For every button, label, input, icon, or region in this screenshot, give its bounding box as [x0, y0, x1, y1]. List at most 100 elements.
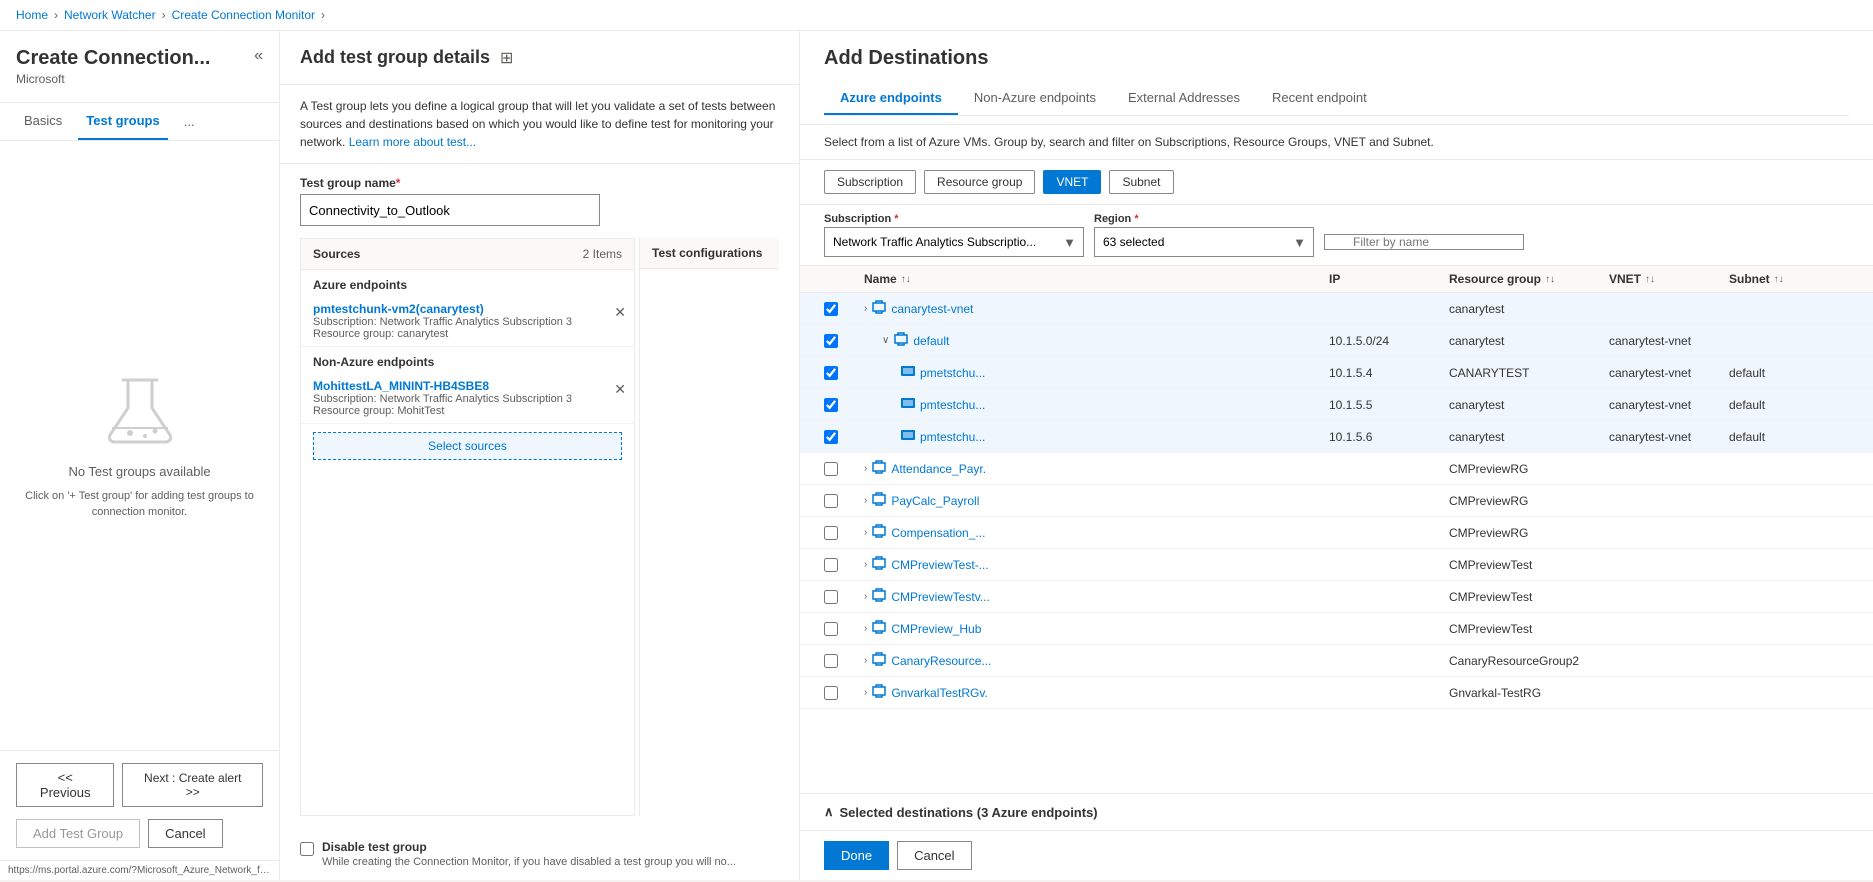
azure-endpoints-label: Azure endpoints — [301, 270, 634, 296]
disable-group-checkbox[interactable] — [300, 842, 314, 856]
row-checkbox-4[interactable] — [824, 430, 838, 444]
expand-btn-1[interactable]: ∨ — [882, 335, 889, 346]
ip-cell-4: 10.1.5.6 — [1329, 430, 1449, 444]
select-sources-button[interactable]: Select sources — [313, 432, 622, 460]
name-link-1[interactable]: default — [913, 334, 949, 348]
expand-btn-8[interactable]: › — [864, 559, 867, 570]
rg-cell-1: canarytest — [1449, 334, 1609, 348]
add-test-group-button[interactable]: Add Test Group — [16, 819, 140, 848]
name-link-3[interactable]: pmtestchu... — [920, 398, 985, 412]
cancel-sidebar-button[interactable]: Cancel — [148, 819, 222, 848]
sources-box: Sources 2 Items Azure endpoints pmtestch… — [300, 238, 635, 816]
row-checkbox-10[interactable] — [824, 622, 838, 636]
endpoint-link-1[interactable]: pmtestchunk-vm2(canarytest) — [313, 302, 622, 316]
col-subnet[interactable]: Subnet ↑↓ — [1729, 272, 1849, 286]
row-checkbox-3[interactable] — [824, 398, 838, 412]
expand-btn-0[interactable]: › — [864, 303, 867, 314]
breadcrumb-create-connection-monitor[interactable]: Create Connection Monitor — [172, 8, 315, 22]
form-section: Test group name* — [280, 164, 799, 238]
expand-btn-7[interactable]: › — [864, 527, 867, 538]
cancel-right-button[interactable]: Cancel — [897, 841, 971, 870]
tab-azure-endpoints[interactable]: Azure endpoints — [824, 82, 958, 115]
sidebar-title: Create Connection... — [16, 47, 263, 70]
endpoint-link-2[interactable]: MohittestLA_MININT-HB4SBE8 — [313, 379, 622, 393]
row-checkbox-1[interactable] — [824, 334, 838, 348]
row-checkbox-9[interactable] — [824, 590, 838, 604]
tab-non-azure-endpoints[interactable]: Non-Azure endpoints — [958, 82, 1112, 115]
table-row: pmtestchu...10.1.5.6canarytestcanarytest… — [800, 421, 1873, 453]
previous-button[interactable]: << Previous — [16, 763, 114, 807]
expand-btn-10[interactable]: › — [864, 623, 867, 634]
col-vnet[interactable]: VNET ↑↓ — [1609, 272, 1729, 286]
subscription-select[interactable]: Network Traffic Analytics Subscriptio... — [824, 227, 1084, 257]
col-resource-group[interactable]: Resource group ↑↓ — [1449, 272, 1609, 286]
row-checkbox-7[interactable] — [824, 526, 838, 540]
row-checkbox-5[interactable] — [824, 462, 838, 476]
name-link-12[interactable]: GnvarkalTestRGv. — [891, 686, 987, 700]
tab-recent-endpoint[interactable]: Recent endpoint — [1256, 82, 1383, 115]
expand-btn-12[interactable]: › — [864, 687, 867, 698]
rg-cell-6: CMPreviewRG — [1449, 494, 1609, 508]
collapse-button[interactable]: « — [254, 47, 263, 65]
name-link-9[interactable]: CMPreviewTestv... — [891, 590, 989, 604]
test-config-label: Test configurations — [652, 246, 762, 260]
row-checkbox-2[interactable] — [824, 366, 838, 380]
test-group-name-label: Test group name* — [300, 176, 779, 190]
remove-endpoint-2[interactable]: ✕ — [614, 381, 626, 398]
chip-resource-group[interactable]: Resource group — [924, 170, 1035, 194]
chip-subnet[interactable]: Subnet — [1109, 170, 1173, 194]
done-cancel-bar: Done Cancel — [800, 830, 1873, 880]
vnet-cell-1: canarytest-vnet — [1609, 334, 1729, 348]
vm-icon — [900, 363, 916, 382]
learn-more-link[interactable]: Learn more about test... — [349, 135, 476, 149]
vnet-icon — [871, 299, 887, 318]
disable-group-label[interactable]: Disable test group — [322, 840, 427, 854]
name-link-10[interactable]: CMPreview_Hub — [891, 622, 981, 636]
row-checkbox-12[interactable] — [824, 686, 838, 700]
breadcrumb-home[interactable]: Home — [16, 8, 48, 22]
name-link-4[interactable]: pmtestchu... — [920, 430, 985, 444]
endpoint-rg-1: Resource group: canarytest — [313, 328, 622, 340]
next-button[interactable]: Next : Create alert >> — [122, 763, 263, 807]
row-checkbox-0[interactable] — [824, 302, 838, 316]
name-link-11[interactable]: CanaryResource... — [891, 654, 991, 668]
rg-cell-3: canarytest — [1449, 398, 1609, 412]
table-row: ›Attendance_Payr.CMPreviewRG — [800, 453, 1873, 485]
name-link-5[interactable]: Attendance_Payr. — [891, 462, 986, 476]
row-checkbox-8[interactable] — [824, 558, 838, 572]
name-link-2[interactable]: pmetstchu... — [920, 366, 985, 380]
sort-name-icon: ↑↓ — [901, 274, 911, 285]
tab-basics[interactable]: Basics — [16, 103, 70, 140]
col-name[interactable]: Name ↑↓ — [864, 272, 1329, 286]
tab-test-groups[interactable]: Test groups — [78, 103, 167, 140]
chip-vnet[interactable]: VNET — [1043, 170, 1101, 194]
row-checkbox-11[interactable] — [824, 654, 838, 668]
filter-by-name-input[interactable] — [1324, 234, 1524, 250]
expand-selected-icon[interactable]: ∧ — [824, 804, 834, 820]
expand-btn-5[interactable]: › — [864, 463, 867, 474]
test-group-name-input[interactable] — [300, 194, 600, 226]
name-link-6[interactable]: PayCalc_Payroll — [891, 494, 979, 508]
tab-more[interactable]: ... — [176, 104, 203, 139]
region-select[interactable]: 63 selected — [1094, 227, 1314, 257]
subnet-cell-3: default — [1729, 398, 1849, 412]
expand-btn-11[interactable]: › — [864, 655, 867, 666]
sort-subnet-icon: ↑↓ — [1774, 274, 1784, 285]
breadcrumb-network-watcher[interactable]: Network Watcher — [64, 8, 156, 22]
rg-cell-0: canarytest — [1449, 302, 1609, 316]
sources-destinations: Sources 2 Items Azure endpoints pmtestch… — [280, 238, 799, 828]
expand-btn-6[interactable]: › — [864, 495, 867, 506]
tab-external-addresses[interactable]: External Addresses — [1112, 82, 1256, 115]
panel-icon[interactable]: ⊞ — [500, 48, 513, 68]
vnet-icon — [893, 331, 909, 350]
remove-endpoint-1[interactable]: ✕ — [614, 304, 626, 321]
name-link-7[interactable]: Compensation_... — [891, 526, 985, 540]
row-checkbox-6[interactable] — [824, 494, 838, 508]
chip-subscription[interactable]: Subscription — [824, 170, 916, 194]
expand-btn-9[interactable]: › — [864, 591, 867, 602]
name-link-0[interactable]: canarytest-vnet — [891, 302, 973, 316]
table-row: ›CMPreviewTestv...CMPreviewTest — [800, 581, 1873, 613]
col-ip: IP — [1329, 272, 1449, 286]
name-link-8[interactable]: CMPreviewTest-... — [891, 558, 988, 572]
done-button[interactable]: Done — [824, 841, 889, 870]
